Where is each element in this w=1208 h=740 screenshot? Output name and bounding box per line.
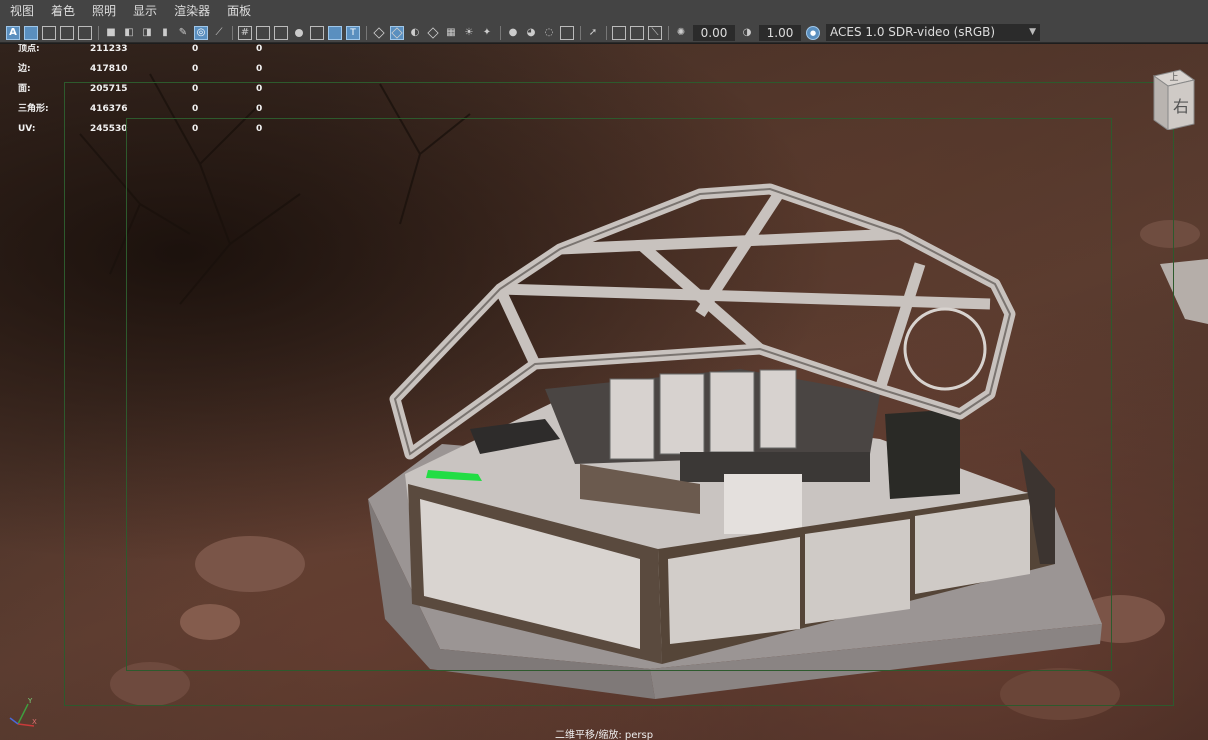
- isolate-select-icon[interactable]: ●: [506, 26, 520, 40]
- camera-aim-icon[interactable]: ◧: [122, 26, 136, 40]
- hud-label: UV:: [18, 124, 36, 134]
- backface-icon[interactable]: [560, 25, 574, 40]
- exposure-icon[interactable]: ✺: [674, 26, 688, 40]
- hud-value: 0: [192, 64, 199, 74]
- view-cube-top-label: 上: [1169, 72, 1178, 83]
- panel-toolbar: A ■ ◧ ◨ ▮ ✎ ◎ ⟋ # T ◐ ▦ ☀ ✦ ● ◕ ◌ ➚ ⟍ ✺ …: [0, 23, 1208, 43]
- textured-icon[interactable]: [426, 26, 440, 40]
- exposure-field[interactable]: 0.00: [693, 24, 735, 41]
- grid-icon[interactable]: #: [238, 25, 252, 40]
- axis-x-label: X: [32, 718, 37, 726]
- menu-panels[interactable]: 面板: [217, 0, 258, 23]
- hud-value: 0: [256, 64, 263, 74]
- toolbar-divider: [98, 25, 99, 40]
- toolbar-divider: [500, 25, 501, 40]
- menu-view[interactable]: 视图: [0, 0, 41, 23]
- toolbar-divider: [366, 25, 367, 40]
- hud-label: 三角形:: [18, 104, 49, 114]
- paint-icon[interactable]: ⟋: [212, 26, 226, 40]
- xray-joints-icon[interactable]: ◕: [524, 26, 538, 40]
- gamma-icon[interactable]: ◑: [740, 26, 754, 40]
- camera-aim-up-icon[interactable]: ◨: [140, 26, 154, 40]
- color-management-value: ACES 1.0 SDR-video (sRGB): [830, 25, 996, 39]
- xray-icon[interactable]: ✦: [480, 26, 494, 40]
- hud-icon[interactable]: [612, 25, 626, 40]
- resolution-gate-icon[interactable]: [274, 25, 288, 40]
- shadows-icon[interactable]: ☀: [462, 26, 476, 40]
- pan-zoom-icon[interactable]: ◎: [194, 25, 208, 40]
- menu-lighting[interactable]: 照明: [82, 0, 123, 23]
- wireframe-on-shaded-icon[interactable]: ◐: [408, 26, 422, 40]
- toolbar-divider: [606, 25, 607, 40]
- axis-gizmo: Y X: [9, 697, 37, 727]
- chevron-down-icon: ▼: [1029, 27, 1036, 37]
- camera-attributes-icon[interactable]: [24, 25, 38, 40]
- hud-value: 0: [256, 44, 263, 54]
- panel-menubar: 视图 着色 照明 显示 渲染器 面板: [0, 0, 1208, 23]
- hud-label: 顶点:: [18, 44, 40, 54]
- select-mode-icon[interactable]: ➚: [586, 26, 600, 40]
- film-gate-icon[interactable]: [256, 25, 270, 40]
- safe-title-icon[interactable]: T: [346, 25, 360, 40]
- panel-layout-icon[interactable]: [630, 25, 644, 40]
- menu-show[interactable]: 显示: [123, 0, 164, 23]
- camera-status: 二维平移/缩放: persp: [554, 730, 654, 740]
- toolbar-divider: [668, 25, 669, 40]
- camera-icon[interactable]: ■: [104, 26, 118, 40]
- view-cube-right-label: 右: [1173, 97, 1189, 116]
- multisample-icon[interactable]: ⟍: [648, 25, 662, 40]
- toolbar-divider: [580, 25, 581, 40]
- axis-y-label: Y: [27, 697, 33, 705]
- toolbar-divider: [232, 25, 233, 40]
- bookmark-icon[interactable]: ▮: [158, 26, 172, 40]
- menu-renderer[interactable]: 渲染器: [164, 0, 217, 23]
- color-management-icon[interactable]: ●: [806, 25, 820, 40]
- xray-components-icon[interactable]: ◌: [542, 26, 556, 40]
- bookmarks-icon[interactable]: [42, 25, 56, 40]
- view-cube[interactable]: 上 右: [1150, 68, 1196, 130]
- select-camera-icon[interactable]: A: [6, 25, 20, 40]
- image-plane-icon[interactable]: [60, 25, 74, 40]
- use-all-lights-icon[interactable]: ▦: [444, 26, 458, 40]
- grease-pencil-icon[interactable]: ✎: [176, 26, 190, 40]
- resolution-gate: [126, 118, 1112, 671]
- gamma-field[interactable]: 1.00: [759, 24, 801, 41]
- safe-action-icon[interactable]: [328, 25, 342, 40]
- hud-row-edges: 边: 417810 0 0: [18, 64, 278, 84]
- hud-value: 211233: [90, 44, 128, 54]
- hud-value: 417810: [90, 64, 128, 74]
- hud-row-vertices: 顶点: 211233 0 0: [18, 44, 278, 64]
- hud-label: 边:: [18, 64, 31, 74]
- field-chart-icon[interactable]: [310, 25, 324, 40]
- color-management-select[interactable]: ACES 1.0 SDR-video (sRGB) ▼: [826, 24, 1040, 41]
- wireframe-icon[interactable]: [372, 26, 386, 40]
- gate-mask-icon[interactable]: [292, 26, 306, 40]
- hud-label: 面:: [18, 84, 31, 94]
- smooth-shade-icon[interactable]: [390, 25, 404, 40]
- menu-shading[interactable]: 着色: [41, 0, 82, 23]
- perspective-viewport[interactable]: 顶点: 211233 0 0 边: 417810 0 0 面: 205715 0…: [0, 44, 1208, 740]
- view-2d-pan-icon[interactable]: [78, 25, 92, 40]
- hud-value: 0: [192, 44, 199, 54]
